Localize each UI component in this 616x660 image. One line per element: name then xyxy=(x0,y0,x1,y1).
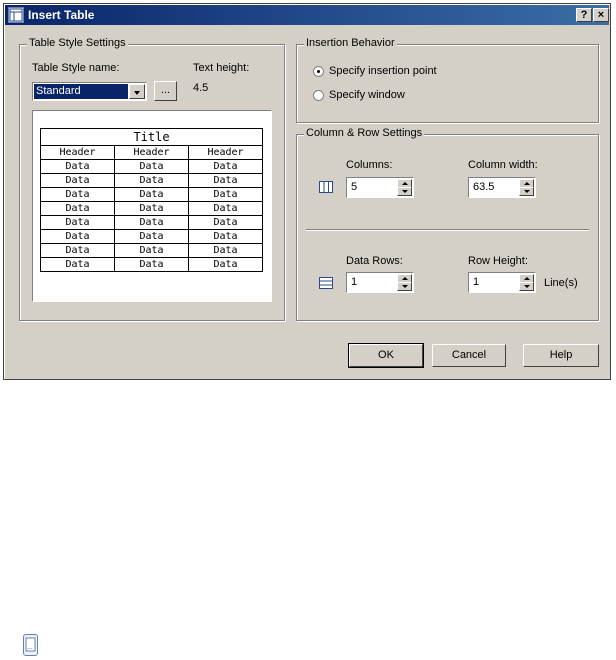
preview-data-cell: Data xyxy=(40,187,115,202)
browse-style-button[interactable]: ... xyxy=(154,81,177,101)
preview-data-row: Data Data Data xyxy=(40,187,263,202)
preview-data-cell: Data xyxy=(40,159,115,174)
row-height-label: Row Height: xyxy=(468,255,528,267)
preview-header: Header xyxy=(40,145,115,160)
cancel-button[interactable]: Cancel xyxy=(432,344,506,367)
close-button[interactable]: × xyxy=(593,8,609,22)
preview-data-cell: Data xyxy=(188,201,263,216)
divider xyxy=(306,229,589,231)
help-button[interactable]: Help xyxy=(523,344,599,367)
insertion-behavior-group: Insertion Behavior Specify insertion poi… xyxy=(296,37,599,123)
column-row-group-label: Column & Row Settings xyxy=(304,127,425,139)
ok-button[interactable]: OK xyxy=(348,343,424,368)
preview-data-cell: Data xyxy=(114,215,189,230)
preview-data-row: Data Data Data xyxy=(40,173,263,188)
table-style-group: Table Style Settings Table Style name: T… xyxy=(19,37,285,321)
title-bar[interactable]: Insert Table ? × xyxy=(5,5,609,25)
rows-icon xyxy=(319,277,333,292)
table-preview: Title Header Header Header Data Data Data D… xyxy=(32,110,272,302)
row-height-down-icon[interactable] xyxy=(519,282,534,291)
specify-window-label[interactable]: Specify window xyxy=(329,89,405,101)
preview-header: Header xyxy=(188,145,263,160)
column-width-label: Column width: xyxy=(468,159,538,171)
column-width-value: 63.5 xyxy=(473,181,495,193)
table-app-icon xyxy=(8,7,24,23)
preview-data-cell: Data xyxy=(114,201,189,216)
table-style-name-label: Table Style name: xyxy=(32,62,120,74)
preview-data-cell: Data xyxy=(114,243,189,258)
data-rows-value: 1 xyxy=(351,276,358,288)
preview-data-row: Data Data Data xyxy=(40,229,263,244)
data-rows-stepper[interactable]: 1 xyxy=(346,272,414,293)
preview-header-row: Header Header Header xyxy=(40,145,263,160)
chevron-down-icon[interactable] xyxy=(129,84,145,99)
insertion-group-label: Insertion Behavior xyxy=(304,37,397,49)
svg-text:...: ... xyxy=(27,644,33,651)
table-style-selected: Standard xyxy=(34,84,128,99)
columns-value: 5 xyxy=(351,181,358,193)
preview-header: Header xyxy=(114,145,189,160)
preview-data-row: Data Data Data xyxy=(40,215,263,230)
preview-table: Title Header Header Header Data Data Data D… xyxy=(40,128,263,272)
preview-title: Title xyxy=(40,128,263,146)
table-style-group-label: Table Style Settings xyxy=(27,37,128,49)
window-title: Insert Table xyxy=(28,8,95,22)
help-title-button[interactable]: ? xyxy=(576,8,592,22)
columns-icon xyxy=(319,181,333,196)
preview-data-cell: Data xyxy=(188,257,263,272)
preview-data-cell: Data xyxy=(188,243,263,258)
preview-data-cell: Data xyxy=(40,229,115,244)
preview-data-cell: Data xyxy=(40,215,115,230)
preview-data-cell: Data xyxy=(40,243,115,258)
columns-down-icon[interactable] xyxy=(397,187,412,196)
text-height-value: 4.5 xyxy=(193,82,209,94)
data-rows-down-icon[interactable] xyxy=(397,282,412,291)
preview-data-row: Data Data Data xyxy=(40,159,263,174)
row-height-unit: Line(s) xyxy=(544,277,578,289)
preview-data-cell: Data xyxy=(40,173,115,188)
row-height-value: 1 xyxy=(473,276,480,288)
preview-title-row: Title xyxy=(40,128,263,146)
preview-data-row: Data Data Data xyxy=(40,201,263,216)
column-width-stepper[interactable]: 63.5 xyxy=(468,177,536,198)
preview-data-row: Data Data Data xyxy=(40,243,263,258)
preview-data-cell: Data xyxy=(40,257,115,272)
window-icon[interactable]: ... xyxy=(23,634,38,656)
preview-data-cell: Data xyxy=(114,229,189,244)
column-row-group: Column & Row Settings Columns: Column wi… xyxy=(296,127,599,321)
preview-data-cell: Data xyxy=(114,257,189,272)
row-height-stepper[interactable]: 1 xyxy=(468,272,536,293)
insert-table-dialog: Insert Table ? × Table Style Settings Ta… xyxy=(3,3,611,380)
table-style-select[interactable]: Standard xyxy=(32,82,147,101)
preview-data-cell: Data xyxy=(188,229,263,244)
insertion-point-label[interactable]: Specify insertion point xyxy=(329,65,437,77)
columns-stepper[interactable]: 5 xyxy=(346,177,414,198)
preview-data-cell: Data xyxy=(188,173,263,188)
insertion-point-radio[interactable] xyxy=(313,66,324,77)
specify-window-radio[interactable] xyxy=(313,90,324,101)
preview-data-cell: Data xyxy=(188,159,263,174)
text-height-label: Text height: xyxy=(193,62,250,74)
columns-label: Columns: xyxy=(346,159,393,171)
preview-data-cell: Data xyxy=(114,159,189,174)
preview-data-row: Data Data Data xyxy=(40,257,263,272)
preview-data-cell: Data xyxy=(114,187,189,202)
preview-data-cell: Data xyxy=(114,173,189,188)
preview-data-cell: Data xyxy=(40,201,115,216)
preview-data-cell: Data xyxy=(188,187,263,202)
column-width-down-icon[interactable] xyxy=(519,187,534,196)
data-rows-label: Data Rows: xyxy=(346,255,403,267)
preview-data-cell: Data xyxy=(188,215,263,230)
